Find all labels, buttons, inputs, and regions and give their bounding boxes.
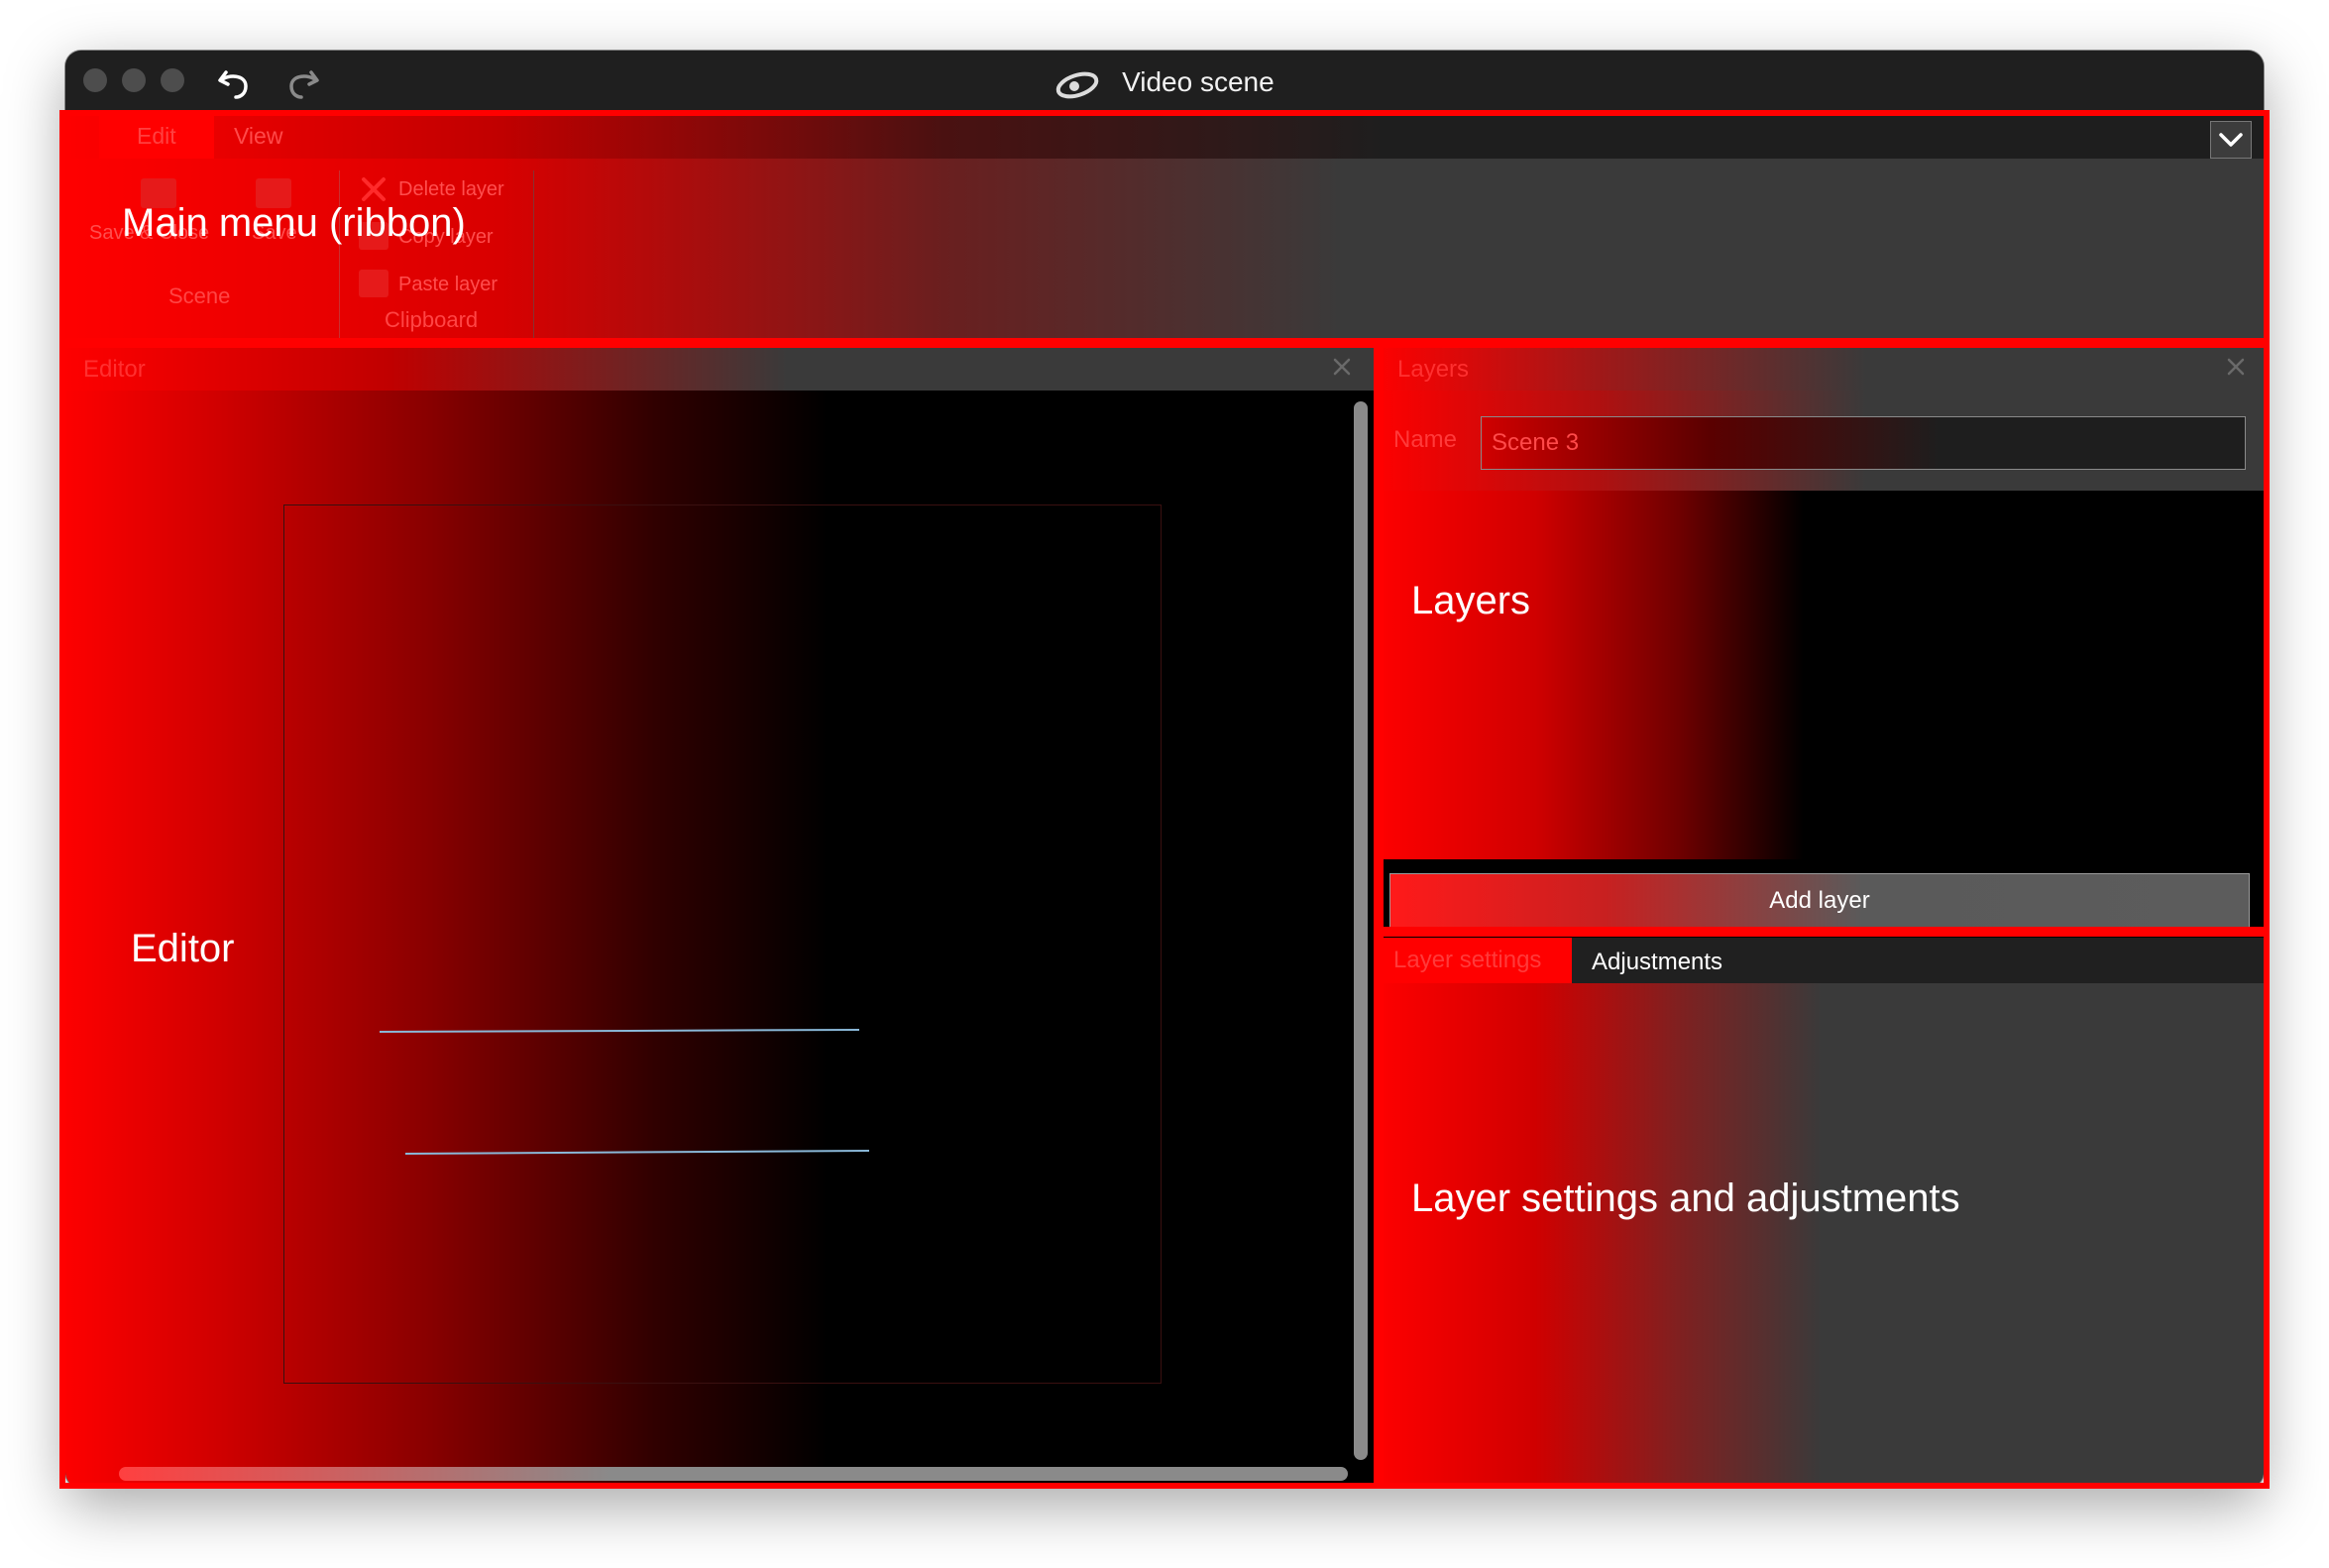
window-title-text: Video scene xyxy=(1122,66,1275,97)
settings-annotation: Layer settings and adjustments xyxy=(1411,1176,1960,1220)
layers-highlight xyxy=(1374,342,2270,933)
editor-annotation: Editor xyxy=(131,927,235,970)
ribbon-annotation: Main menu (ribbon) xyxy=(122,201,466,245)
title-bar: Video scene xyxy=(65,51,2264,113)
layers-annotation: Layers xyxy=(1411,579,1531,622)
editor-highlight xyxy=(59,342,1384,1489)
app-logo-icon xyxy=(1056,71,1099,98)
window-title: Video scene xyxy=(65,66,2264,100)
